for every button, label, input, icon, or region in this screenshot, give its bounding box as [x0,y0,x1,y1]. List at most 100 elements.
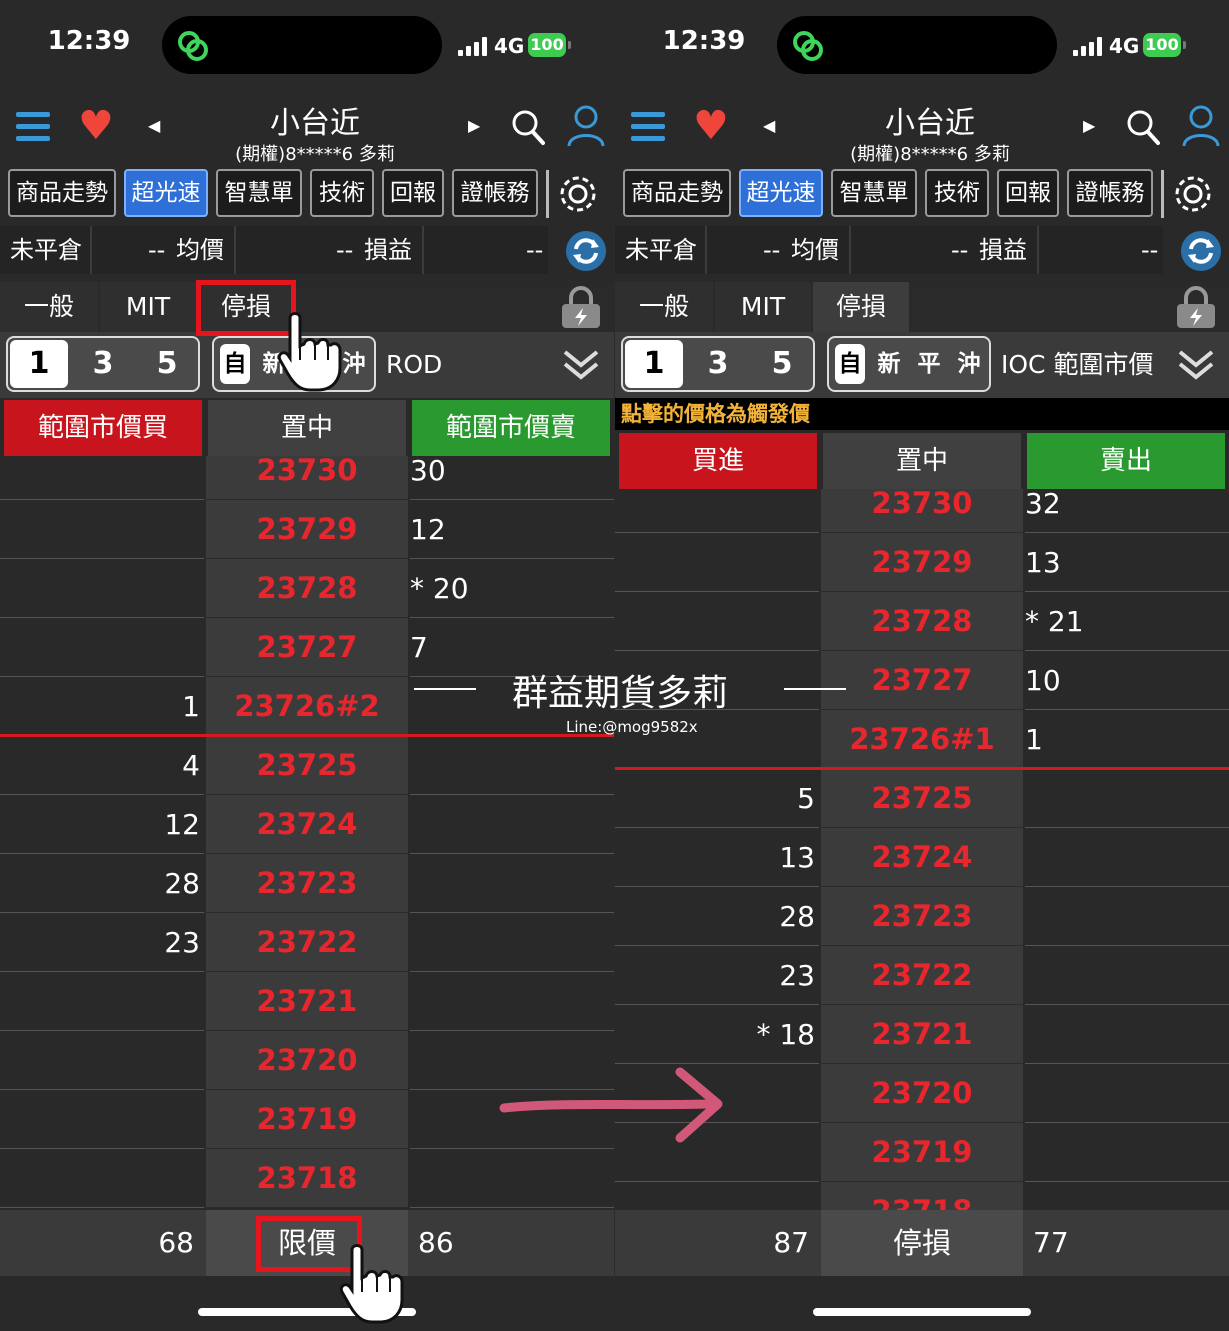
bid-qty-cell[interactable]: 28 [615,887,819,946]
center-button[interactable]: 置中 [823,433,1021,489]
order-tab-mit[interactable]: MIT [100,282,196,332]
search-icon[interactable] [1125,108,1161,146]
tab-account[interactable]: 證帳務 [452,169,538,217]
price-cell[interactable]: 23728 [206,559,408,618]
qty-3-button[interactable]: 3 [687,338,749,390]
price-cell[interactable]: 23724 [821,828,1023,887]
order-tab-mit[interactable]: MIT [715,282,811,332]
ask-qty-cell[interactable] [1025,1182,1229,1210]
ask-qty-cell[interactable] [1025,1005,1229,1064]
tab-speed-order[interactable]: 超光速 [124,169,208,217]
prev-product-icon[interactable]: ◀ [763,116,775,135]
bid-qty-cell[interactable] [0,500,204,559]
bid-qty-cell[interactable]: 23 [615,946,819,1005]
price-cell[interactable]: 23719 [206,1090,408,1149]
price-cell[interactable]: 23730 [206,456,408,500]
price-cell[interactable]: 23725 [821,769,1023,828]
bid-qty-cell[interactable] [0,1090,204,1149]
bid-qty-cell[interactable]: * 18 [615,1005,819,1064]
bid-qty-cell[interactable]: 1 [0,677,204,736]
favorite-heart-icon[interactable]: ♥ [78,106,118,146]
ask-qty-cell[interactable]: 12 [410,500,614,559]
prev-product-icon[interactable]: ◀ [148,116,160,135]
bid-qty-cell[interactable]: 4 [0,736,204,795]
bid-qty-cell[interactable]: 5 [615,769,819,828]
price-cell[interactable]: 23721 [821,1005,1023,1064]
refresh-icon[interactable] [1179,229,1223,273]
ask-qty-cell[interactable] [1025,1064,1229,1123]
center-button[interactable]: 置中 [208,400,406,456]
price-cell[interactable]: 23728 [821,592,1023,651]
search-icon[interactable] [510,108,546,146]
ask-qty-cell[interactable] [410,1149,614,1208]
condition-label[interactable]: IOC 範圍市價 [1001,332,1153,398]
qty-3-button[interactable]: 3 [72,338,134,390]
double-chevron-down-icon[interactable] [562,346,600,384]
price-cell[interactable]: 23723 [821,887,1023,946]
bid-qty-cell[interactable] [615,592,819,651]
qty-1-button[interactable]: 1 [10,340,68,388]
user-icon[interactable] [1181,104,1221,148]
bid-qty-cell[interactable] [615,533,819,592]
price-cell[interactable]: 23722 [821,946,1023,1005]
price-cell[interactable]: 23719 [821,1123,1023,1182]
tab-speed-order[interactable]: 超光速 [739,169,823,217]
price-cell[interactable]: 23721 [206,972,408,1031]
bid-qty-cell[interactable] [0,1031,204,1090]
mode-close-button[interactable]: 平 [909,338,949,390]
price-cell[interactable]: 23720 [821,1064,1023,1123]
tab-smart-order[interactable]: 智慧單 [216,169,302,217]
user-icon[interactable] [566,104,606,148]
bid-qty-cell[interactable] [0,1149,204,1208]
price-cell[interactable]: 23730 [821,489,1023,533]
bid-qty-cell[interactable] [0,456,204,500]
price-cell[interactable]: 23718 [206,1149,408,1208]
bid-qty-cell[interactable] [0,559,204,618]
ask-qty-cell[interactable] [410,854,614,913]
lock-icon[interactable] [1175,286,1217,330]
price-cell[interactable]: 23727 [821,651,1023,710]
tab-technical[interactable]: 技術 [925,169,989,217]
price-cell[interactable]: 23720 [206,1031,408,1090]
lock-icon[interactable] [560,286,602,330]
ask-qty-cell[interactable] [1025,828,1229,887]
range-market-buy-button[interactable]: 範圍市價買 [4,400,202,456]
gear-icon[interactable] [556,172,600,216]
bid-qty-cell[interactable]: 28 [0,854,204,913]
price-cell[interactable]: 23727 [206,618,408,677]
order-tab-normal[interactable]: 一般 [0,282,98,332]
price-mode-button[interactable]: 停損 [821,1210,1023,1276]
ask-qty-cell[interactable] [1025,887,1229,946]
condition-label[interactable]: ROD [386,332,442,398]
buy-button[interactable]: 買進 [619,433,817,489]
price-cell[interactable]: 23725 [206,736,408,795]
price-cell[interactable]: 23724 [206,795,408,854]
price-cell[interactable]: 23718 [821,1182,1023,1210]
mode-auto-button[interactable]: 自 [835,344,865,384]
range-market-sell-button[interactable]: 範圍市價賣 [412,400,610,456]
bid-qty-cell[interactable]: 12 [0,795,204,854]
bid-qty-cell[interactable] [615,489,819,533]
order-tab-stop[interactable]: 停損 [813,282,909,332]
tab-technical[interactable]: 技術 [310,169,374,217]
ask-qty-cell[interactable]: * 21 [1025,592,1229,651]
tab-chart[interactable]: 商品走勢 [623,169,731,217]
price-cell[interactable]: 23723 [206,854,408,913]
ask-qty-cell[interactable] [1025,946,1229,1005]
refresh-icon[interactable] [564,229,608,273]
ask-qty-cell[interactable] [410,913,614,972]
tab-chart[interactable]: 商品走勢 [8,169,116,217]
ask-qty-cell[interactable]: 1 [1025,710,1229,769]
order-tab-normal[interactable]: 一般 [615,282,713,332]
qty-5-button[interactable]: 5 [136,338,198,390]
bid-qty-cell[interactable] [615,1182,819,1210]
ask-qty-cell[interactable]: 30 [410,456,614,500]
tab-account[interactable]: 證帳務 [1067,169,1153,217]
ask-qty-cell[interactable] [1025,1123,1229,1182]
tab-smart-order[interactable]: 智慧單 [831,169,917,217]
ask-qty-cell[interactable]: 32 [1025,489,1229,533]
gear-icon[interactable] [1171,172,1215,216]
qty-1-button[interactable]: 1 [625,340,683,388]
bid-qty-cell[interactable]: 13 [615,828,819,887]
ask-qty-cell[interactable]: 13 [1025,533,1229,592]
